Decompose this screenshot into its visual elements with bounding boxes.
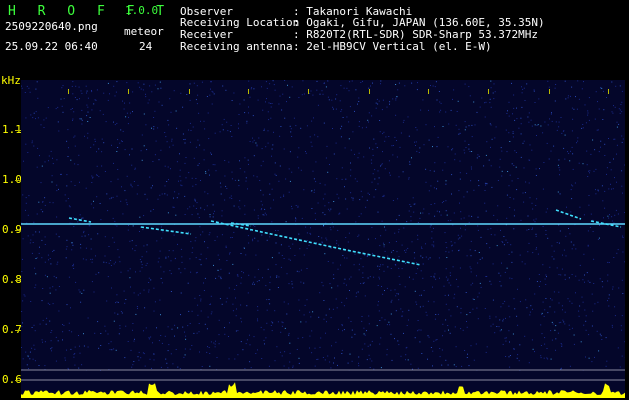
antenna-label: Receiving antenna — [180, 40, 293, 53]
header-panel: H R O F F T 1.0.0 2509220640.png 25.09.2… — [0, 0, 629, 74]
time-tick — [488, 89, 489, 94]
location-value: : Ogaki, Gifu, JAPAN (136.60E, 35.35N) — [293, 16, 545, 29]
app-version: 1.0.0 — [125, 4, 159, 17]
time-tick — [428, 89, 429, 94]
location-label: Receiving Location — [180, 16, 300, 29]
meteor-label: meteor — [124, 25, 164, 38]
freq-tick — [15, 130, 21, 131]
time-tick — [68, 89, 69, 94]
time-tick — [248, 89, 249, 94]
freq-tick — [15, 380, 21, 381]
freq-tick — [15, 280, 21, 281]
time-tick — [308, 89, 309, 94]
receiver-value: : R820T2(RTL-SDR) SDR-Sharp 53.372MHz — [293, 28, 539, 41]
freq-tick — [15, 230, 21, 231]
receiver-label: Receiver — [180, 28, 233, 41]
time-tick — [369, 89, 370, 94]
spectrogram-canvas — [21, 80, 625, 398]
time-tick — [189, 89, 190, 94]
freq-tick — [15, 330, 21, 331]
time-tick — [128, 89, 129, 94]
file-name: 2509220640.png — [5, 20, 98, 33]
meteor-trace-1 — [68, 217, 92, 223]
freq-tick — [15, 180, 21, 181]
meteor-count: 24 — [139, 40, 153, 53]
noise-layer — [21, 80, 625, 371]
time-tick — [608, 89, 609, 94]
date-time: 25.09.22 06:40 — [5, 40, 98, 53]
time-tick — [549, 89, 550, 94]
freq-unit-label: kHz — [1, 74, 21, 87]
meteor-trace-2 — [140, 226, 192, 235]
spectrogram-plot — [21, 80, 625, 398]
power-strip — [21, 382, 625, 398]
antenna-value: : 2el-HB9CV Vertical (el. E-W) — [293, 40, 492, 53]
